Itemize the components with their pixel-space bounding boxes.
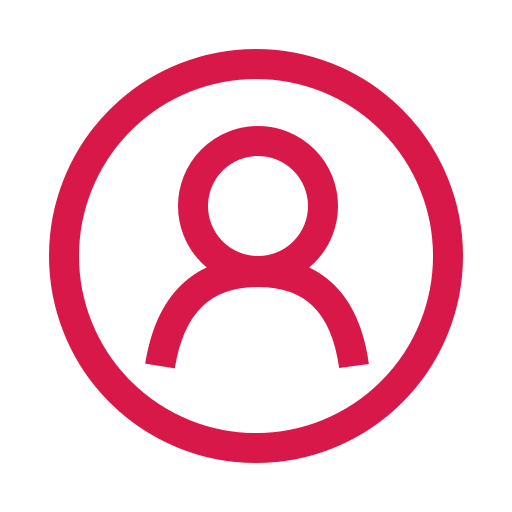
user-head [178, 126, 338, 286]
user-account-icon[interactable] [0, 0, 512, 512]
user-shoulders [145, 256, 369, 369]
icon-canvas [0, 0, 512, 512]
user-account-icon-svg [49, 49, 463, 463]
